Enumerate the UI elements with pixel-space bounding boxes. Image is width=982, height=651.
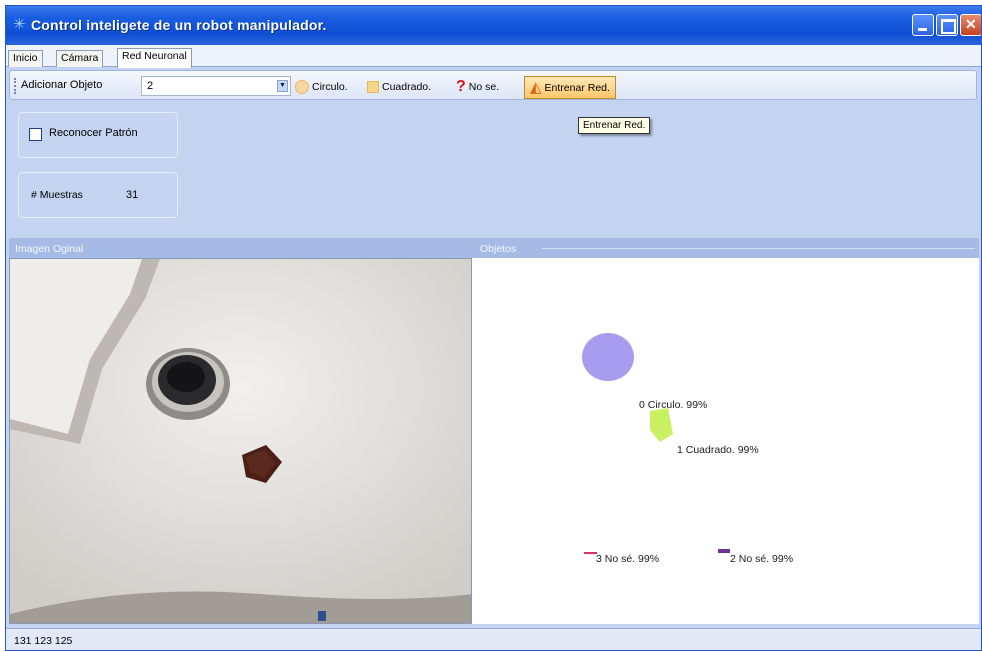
objects-header: Objetos — [474, 238, 979, 258]
tab-camara[interactable]: Cámara — [56, 50, 104, 67]
circle-object — [582, 333, 634, 381]
objects-panel: 0 Circulo. 99% 1 Cuadrado. 99% 3 No sé. … — [472, 258, 979, 624]
combo-value: 2 — [147, 80, 154, 92]
camera-photo — [10, 259, 471, 623]
tab-strip: Inicio Cámara Red Neuronal — [6, 45, 981, 68]
circle-button[interactable]: Circulo. — [295, 78, 348, 96]
circle-icon — [295, 80, 309, 94]
object-label-0: 0 Circulo. 99% — [639, 399, 708, 411]
app-icon: ✳ — [13, 16, 26, 33]
recognize-pattern-checkbox[interactable] — [29, 128, 42, 141]
train-icon: ◭ — [530, 78, 542, 96]
toolbar: Adicionar Objeto 2 ▼ Circulo. Cuadrado. … — [9, 70, 977, 100]
unknown-button-label: No se. — [468, 81, 500, 93]
samples-value: 31 — [126, 189, 139, 201]
circle-button-label: Circulo. — [312, 81, 348, 93]
title-bar: ✳ Control inteligete de un robot manipul… — [6, 6, 981, 45]
object-label-2: 2 No sé. 99% — [730, 553, 794, 565]
status-bar: 131 123 125 — [6, 628, 981, 650]
maximize-button[interactable] — [936, 14, 958, 36]
object-combo[interactable]: 2 ▼ — [141, 76, 291, 96]
question-icon: ? — [456, 78, 466, 95]
recognize-group: Reconocer Patrón — [18, 112, 178, 158]
objects-canvas — [582, 333, 730, 554]
train-tooltip: Entrenar Red. — [578, 117, 651, 134]
square-icon — [367, 81, 379, 93]
samples-label: # Muestras — [31, 189, 83, 201]
object-label-3: 3 No sé. 99% — [596, 553, 660, 565]
close-button[interactable] — [960, 14, 981, 36]
tab-red-neuronal[interactable]: Red Neuronal — [117, 48, 192, 68]
original-image-header: Imagen Oginal — [9, 238, 474, 258]
original-image — [9, 258, 472, 624]
window-title: Control inteligete de un robot manipulad… — [31, 17, 327, 33]
main-window: ✳ Control inteligete de un robot manipul… — [5, 5, 982, 651]
tab-inicio[interactable]: Inicio — [8, 50, 43, 67]
samples-group: # Muestras 31 — [18, 172, 178, 218]
chevron-down-icon[interactable]: ▼ — [277, 80, 288, 92]
object-label-1: 1 Cuadrado. 99% — [677, 444, 759, 456]
add-object-label: Adicionar Objeto — [21, 79, 103, 91]
status-text: 131 123 125 — [14, 635, 73, 647]
recognize-pattern-label: Reconocer Patrón — [49, 127, 138, 139]
minimize-button[interactable] — [912, 14, 934, 36]
square-object — [650, 408, 673, 442]
square-button[interactable]: Cuadrado. — [367, 78, 431, 96]
train-network-button[interactable]: ◭ Entrenar Red. — [524, 76, 616, 99]
square-button-label: Cuadrado. — [382, 81, 432, 93]
toolbar-grip[interactable] — [14, 78, 16, 94]
train-button-label: Entrenar Red. — [544, 81, 610, 94]
unknown-button[interactable]: ? No se. — [456, 78, 499, 96]
